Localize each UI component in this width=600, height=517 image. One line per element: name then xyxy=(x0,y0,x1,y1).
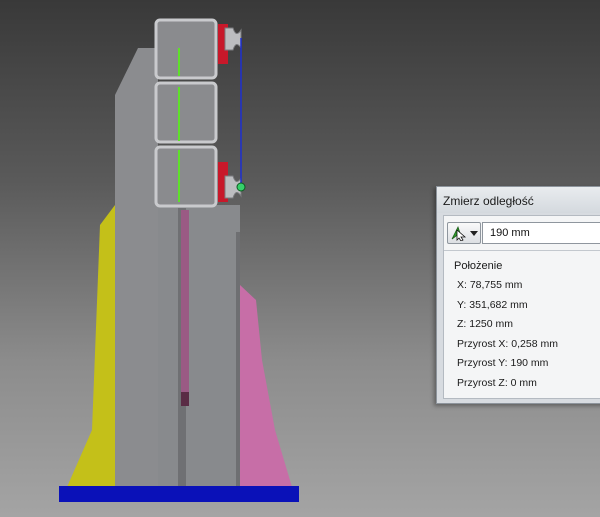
distance-value: 190 mm xyxy=(490,227,530,239)
divider xyxy=(444,250,600,251)
chevron-down-icon xyxy=(470,231,478,236)
right-column[interactable] xyxy=(158,205,240,487)
pink-part[interactable] xyxy=(240,285,292,487)
delta-y: Przyrost Y: 190 mm xyxy=(457,357,549,369)
measure-distance-dialog[interactable]: Zmierz odległość 190 mm Położenie X: 78,… xyxy=(436,186,600,404)
select-cursor-icon xyxy=(451,225,467,241)
delta-x: Przyrost X: 0,258 mm xyxy=(457,338,558,350)
section-title: Położenie xyxy=(454,260,503,272)
tube-middle[interactable] xyxy=(154,81,218,144)
position-z: Z: 1250 mm xyxy=(457,318,514,330)
yellow-part[interactable] xyxy=(67,205,115,487)
column-edge-shadow xyxy=(236,232,240,487)
rod-end xyxy=(181,392,189,406)
position-y: Y: 351,682 mm xyxy=(457,299,528,311)
dialog-title: Zmierz odległość xyxy=(443,194,534,208)
delta-z: Przyrost Z: 0 mm xyxy=(457,377,537,389)
dialog-title-bar[interactable]: Zmierz odległość xyxy=(437,187,600,213)
tube-top[interactable] xyxy=(154,18,218,80)
dialog-body: 190 mm Położenie X: 78,755 mm Y: 351,682… xyxy=(443,215,600,399)
roller-top[interactable] xyxy=(224,27,242,51)
distance-value-field[interactable]: 190 mm xyxy=(482,222,600,244)
pink-rod[interactable] xyxy=(181,210,189,400)
selection-mode-dropdown[interactable] xyxy=(447,222,481,244)
base-plate[interactable] xyxy=(59,486,299,502)
position-x: X: 78,755 mm xyxy=(457,279,523,291)
main-column[interactable] xyxy=(115,48,158,487)
tube-bottom[interactable] xyxy=(154,145,218,208)
pick-point[interactable] xyxy=(236,182,246,192)
